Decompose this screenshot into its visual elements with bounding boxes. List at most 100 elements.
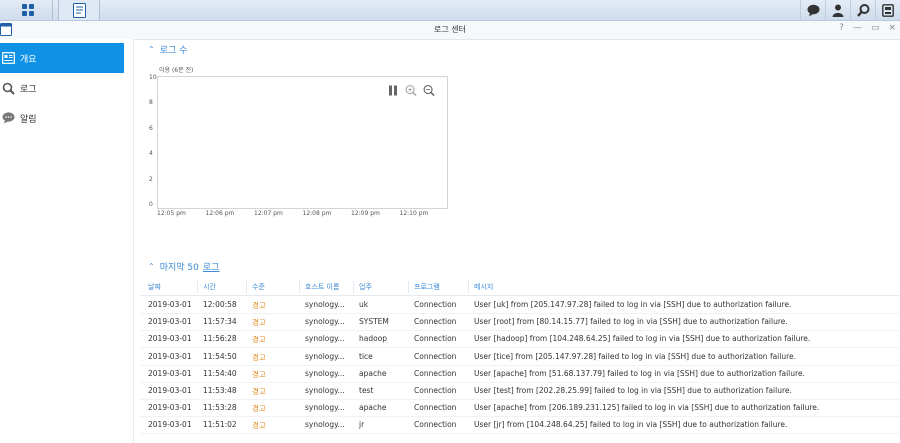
user-button[interactable] (825, 0, 850, 20)
chart-y-tick: 10 (149, 74, 157, 81)
taskbar-separator (52, 0, 53, 20)
time-cell: 11:53:48 (203, 386, 237, 395)
chat-button[interactable] (800, 0, 825, 20)
date-cell: 2019-03-01 (148, 368, 192, 378)
zoom-out-icon[interactable] (423, 84, 435, 96)
zoom-in-icon[interactable] (405, 84, 417, 96)
grid-icon (22, 4, 34, 16)
level-cell: 경고 (252, 369, 266, 379)
chart-x-tick: 12:06 pm (205, 210, 235, 217)
search-button[interactable] (850, 0, 875, 20)
message-cell: User [test] from [202.28.25.99] failed t… (474, 386, 792, 395)
column-header[interactable]: 날짜 (148, 282, 161, 292)
message-cell: User [jr] from [104.248.64.25] failed to… (474, 420, 788, 430)
time-cell: 11:54:50 (203, 351, 237, 361)
log-count-section-header[interactable]: ⌃ 로그 수 (148, 43, 187, 56)
table-row[interactable]: 2019-03-01 12:00:58 경고 synology... uk Connect… (140, 296, 900, 314)
column-header[interactable]: 프로그램 (414, 282, 440, 292)
hostname-cell: synology... (305, 386, 345, 395)
chart-x-tick: 12:07 pm (254, 210, 283, 217)
overview-icon (1, 51, 15, 65)
sidebar-item-notifications[interactable]: 알림 (0, 103, 124, 133)
user-cell: apache (359, 403, 387, 413)
log-center-app-icon (72, 2, 86, 18)
hostname-cell: synology... (305, 334, 345, 344)
main-menu-button[interactable] (8, 0, 48, 20)
program-cell: Connection (414, 386, 457, 395)
table-row[interactable]: 2019-03-01 11:51:02 경고 synology... jr Connect… (140, 416, 900, 435)
level-cell: 경고 (252, 421, 266, 431)
date-cell: 2019-03-01 (148, 300, 192, 309)
date-cell: 2019-03-01 (148, 403, 192, 413)
chart-y-tick: 6 (149, 124, 153, 132)
sidebar-item-label: 로그 (20, 84, 37, 95)
desktop-taskbar (0, 0, 900, 21)
column-header[interactable]: 수준 (252, 282, 265, 292)
chart-y-tick: 8 (149, 99, 153, 107)
sidebar-item-label: 알림 (20, 114, 37, 125)
collapse-chevron-icon[interactable]: ⌃ (148, 45, 155, 54)
collapse-chevron-icon[interactable]: ⌃ (148, 262, 155, 271)
search-icon (856, 3, 869, 17)
table-row[interactable]: 2019-03-01 11:53:48 경고 synology... test Conne… (140, 382, 900, 400)
level-cell: 경고 (252, 335, 266, 345)
search-icon (1, 81, 15, 95)
column-divider[interactable] (197, 281, 198, 293)
pause-icon[interactable] (387, 84, 399, 96)
date-cell: 2019-03-01 (148, 351, 192, 361)
chart-x-tick: 12:08 pm (302, 210, 332, 217)
section-title: 로그 수 (159, 46, 188, 56)
message-cell: User [root] from [80.14.15.77] failed to… (474, 317, 788, 327)
column-header[interactable]: 업주 (359, 282, 372, 292)
maximize-icon[interactable]: ▭ (871, 23, 880, 33)
recent-logs-section-header[interactable]: ⌃ 마지막 50 로그 (148, 260, 219, 273)
table-row[interactable]: 2019-03-01 11:57:34 경고 synology... SYSTEM Con… (140, 313, 900, 332)
time-cell: 11:54:40 (203, 368, 237, 378)
level-cell: 경고 (252, 387, 266, 396)
time-cell: 11:56:28 (203, 334, 237, 344)
date-cell: 2019-03-01 (148, 317, 192, 327)
window-title: 로그 센터 (434, 25, 466, 34)
sidebar-item-overview[interactable]: 개요 (0, 43, 124, 73)
widgets-icon (882, 3, 894, 17)
date-cell: 2019-03-01 (148, 386, 192, 395)
hostname-cell: synology... (305, 300, 345, 309)
taskbar-log-center-button[interactable] (58, 0, 100, 20)
user-icon (832, 4, 844, 17)
column-divider[interactable] (299, 281, 300, 293)
user-cell: SYSTEM (359, 317, 389, 327)
user-cell: test (359, 386, 374, 395)
column-divider[interactable] (468, 281, 469, 293)
user-cell: jr (359, 420, 365, 430)
sidebar-item-logs[interactable]: 로그 (0, 73, 124, 103)
chart-x-tick: 12:10 pm (399, 210, 429, 217)
window-title-bar[interactable]: 로그 센터 ? — ▭ × (0, 21, 900, 40)
sidebar-item-label: 개요 (20, 54, 37, 65)
program-cell: Connection (414, 368, 457, 378)
close-icon[interactable]: × (888, 23, 896, 33)
table-header: 날짜 시간 수준 호스트 이름 업주 프로그램 메시지 (140, 279, 900, 296)
column-divider[interactable] (408, 281, 409, 293)
message-cell: User [hadoop] from [104.248.64.25] faile… (474, 334, 811, 344)
column-header[interactable]: 시간 (203, 282, 216, 292)
hostname-cell: synology... (305, 368, 345, 378)
widgets-button[interactable] (875, 0, 900, 20)
table-row[interactable]: 2019-03-01 11:54:50 경고 synology... tice Conne… (140, 348, 900, 366)
table-row[interactable]: 2019-03-01 11:53:28 경고 synology... apache Con… (140, 399, 900, 418)
logs-link[interactable]: 로그 (203, 260, 220, 273)
column-divider[interactable] (246, 281, 247, 293)
column-header[interactable]: 호스트 이름 (305, 282, 339, 292)
sidebar: 개요 로그 알림 (0, 39, 134, 443)
level-cell: 경고 (252, 352, 266, 362)
program-cell: Connection (414, 403, 457, 413)
column-header[interactable]: 메시지 (474, 282, 493, 292)
minimize-icon[interactable]: — (853, 23, 862, 33)
help-icon[interactable]: ? (839, 23, 844, 33)
column-divider[interactable] (353, 281, 354, 293)
table-row[interactable]: 2019-03-01 11:56:28 경고 synology... hadoop Con… (140, 330, 900, 349)
message-cell: User [apache] from [51.68.137.79] failed… (474, 368, 805, 378)
user-cell: uk (359, 300, 369, 309)
table-row[interactable]: 2019-03-01 11:54:40 경고 synology... apache Con… (140, 365, 900, 383)
chart-y-axis-label: 이용 (6분 전) (159, 67, 194, 74)
hostname-cell: synology... (305, 403, 345, 413)
